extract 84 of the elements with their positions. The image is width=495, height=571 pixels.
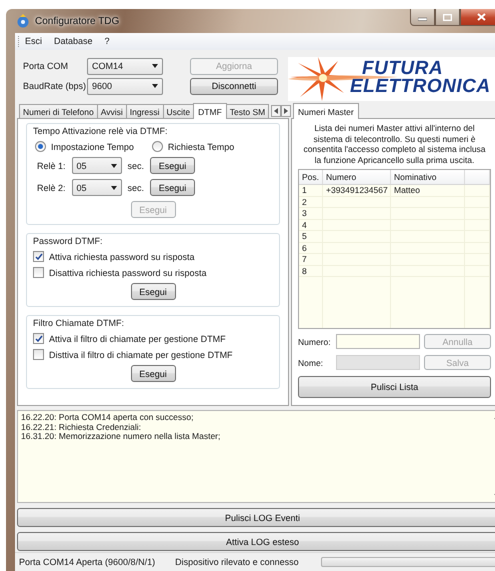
menu-item[interactable]: Esci <box>25 36 42 46</box>
table-cell: 4 <box>299 220 323 231</box>
log-line: 16.22.20: Porta COM14 aperta con successo; <box>21 413 194 423</box>
tab[interactable]: Testo SM <box>226 104 270 118</box>
field-label: Numero: <box>298 336 332 347</box>
execute-button[interactable]: Esegui <box>150 157 196 174</box>
scroll-right-button[interactable] <box>281 105 292 118</box>
port-label: Porta COM <box>23 61 70 72</box>
table-cell: 2 <box>299 196 323 208</box>
baudrate-label: BaudRate (bps) <box>23 81 87 92</box>
checkbox[interactable] <box>33 251 44 262</box>
checkbox[interactable] <box>33 349 44 360</box>
checkbox-option[interactable]: Disattiva richiesta password su risposta <box>33 267 273 278</box>
checkbox-option[interactable]: Disttiva il filtro di chiamate per gestione DTMF <box>33 349 273 360</box>
tab[interactable]: Ingressi <box>126 104 164 118</box>
dropdown-arrow-icon <box>110 164 117 168</box>
dropdown-arrow-icon <box>152 64 158 68</box>
checkbox-option[interactable]: Attiva richiesta password su risposta <box>33 251 273 262</box>
log-button[interactable]: Pulisci LOG Eventi <box>17 508 495 528</box>
time-dropdown[interactable]: 05 <box>72 179 122 196</box>
tab[interactable]: Avvisi <box>96 104 127 118</box>
table-cell: Matteo <box>391 185 465 196</box>
time-dropdown[interactable]: 05 <box>72 157 122 174</box>
execute-button[interactable]: Esegui <box>130 283 176 300</box>
left-arrow-icon <box>274 108 278 114</box>
menu-item[interactable]: Database <box>54 36 93 46</box>
menu-item[interactable]: ? <box>104 36 110 46</box>
right-arrow-icon <box>284 108 288 114</box>
log-button[interactable]: Attiva LOG esteso <box>17 532 495 552</box>
column-header[interactable]: Numero <box>323 170 391 184</box>
radio-option[interactable]: Richiesta Tempo <box>152 141 234 152</box>
radio-button[interactable] <box>152 141 163 152</box>
log-line: 16.22.21: Richiesta Credenziali: <box>21 422 142 432</box>
unit-label: sec. <box>128 182 144 193</box>
description-text: Lista dei numeri Master attivi all'interno del sistema di telecontrollo. Su questi numeri è consentita l'accesso completo al sistema inclusa la funzione Apricancello sulla prima uscita. <box>302 123 487 166</box>
maximize-button[interactable] <box>435 9 460 26</box>
status-text: Porta COM14 Aperta (9600/8/N/1) <box>19 557 156 568</box>
table-cell: 3 <box>299 208 323 220</box>
baudrate-dropdown[interactable]: 9600 <box>87 78 163 95</box>
tab[interactable]: Numeri Master <box>293 103 359 120</box>
table-cell: 8 <box>299 266 323 277</box>
check-icon <box>34 253 42 260</box>
logo-text: FUTURA <box>362 60 444 78</box>
logo-text: ELETTRONICA <box>350 78 491 96</box>
group-title: Tempo Attivazione relè via DTMF: <box>33 126 169 136</box>
table-cell: +393491234567 <box>323 185 391 196</box>
scroll-left-button[interactable] <box>271 105 282 118</box>
dropdown-arrow-icon <box>110 186 117 190</box>
column-header[interactable]: Pos. <box>299 170 323 184</box>
log-line: 16.31.20: Memorizzazione numero nella lista Master; <box>21 432 222 442</box>
relay-label: Relè 1: <box>37 160 66 171</box>
port-dropdown[interactable]: COM14 <box>87 58 163 75</box>
close-button[interactable] <box>460 9 495 26</box>
tab[interactable]: Uscite <box>162 104 194 118</box>
field-label: Nome: <box>298 358 324 368</box>
unit-label: sec. <box>128 160 144 171</box>
window-title: Configuratore TDG <box>35 16 120 26</box>
execute-button[interactable]: Esegui <box>130 365 176 382</box>
checkbox-option[interactable]: Attiva il filtro di chiamate per gestione DTMF <box>33 333 273 344</box>
column-header[interactable]: Nominativo <box>391 170 465 184</box>
relay-label: Relè 2: <box>37 182 66 193</box>
tab[interactable]: DTMF <box>193 103 227 120</box>
clear-list-button[interactable]: Pulisci Lista <box>298 376 491 398</box>
group-title: Password DTMF: <box>33 236 104 246</box>
checkbox[interactable] <box>33 333 44 344</box>
checkbox[interactable] <box>33 267 44 278</box>
check-icon <box>34 335 42 342</box>
radio-option[interactable]: Impostazione Tempo <box>35 141 134 152</box>
close-icon <box>476 13 486 21</box>
minimize-button[interactable] <box>410 9 435 26</box>
radio-button[interactable] <box>35 141 46 152</box>
input-field[interactable] <box>336 334 420 350</box>
execute-button[interactable]: Esegui <box>150 179 196 196</box>
table-cell: 7 <box>299 254 323 266</box>
app-icon <box>16 14 30 28</box>
tab[interactable]: Numeri di Telefono <box>19 104 98 118</box>
table-cell: 6 <box>299 242 323 254</box>
status-text: Dispositivo rilevato e connesso <box>175 557 299 568</box>
maximize-icon <box>443 14 452 20</box>
table-cell: 5 <box>299 231 323 242</box>
group-title: Filtro Chiamate DTMF: <box>33 318 126 328</box>
dropdown-arrow-icon <box>152 84 158 88</box>
table-cell: 1 <box>299 185 323 196</box>
disconnect-button[interactable]: Disconnetti <box>190 78 278 95</box>
